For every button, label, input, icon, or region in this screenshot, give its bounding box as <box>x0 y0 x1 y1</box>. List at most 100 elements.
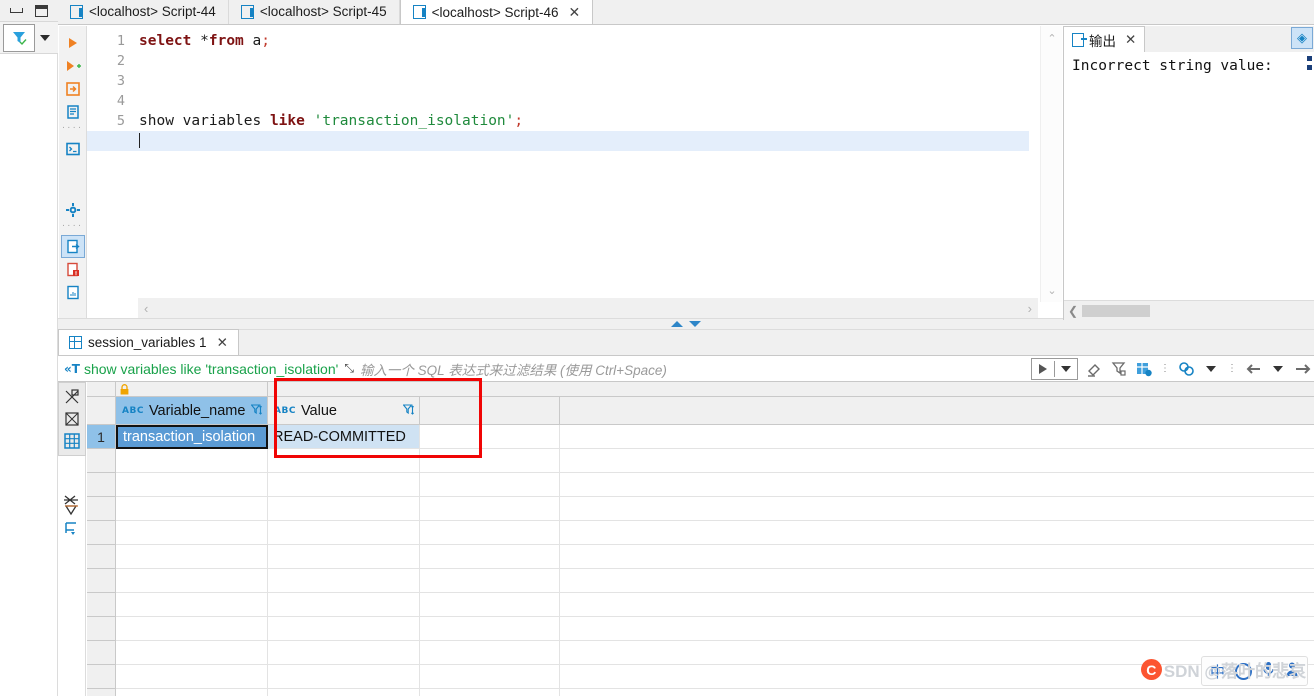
row-number-empty <box>87 641 116 665</box>
results-tab-label: session_variables 1 <box>88 335 207 350</box>
close-icon[interactable]: ✕ <box>568 4 580 21</box>
editor-horizontal-scrollbar[interactable]: ‹ › <box>138 298 1038 318</box>
execute-in-new-tab-icon[interactable] <box>61 77 85 100</box>
code-line[interactable]: show variables like 'transaction_isolati… <box>139 111 1029 131</box>
table-row-empty[interactable] <box>87 689 1314 696</box>
refresh-icon[interactable] <box>1177 359 1195 379</box>
code-token: ; <box>514 113 524 129</box>
scrollbar-thumb[interactable] <box>1082 304 1151 317</box>
previous-page-icon[interactable] <box>1244 359 1262 379</box>
table-row-empty[interactable] <box>87 473 1314 497</box>
table-row-empty[interactable] <box>87 569 1314 593</box>
row-number-header <box>87 382 116 397</box>
execute-statement-icon[interactable] <box>61 31 85 54</box>
table-cell[interactable]: READ-COMMITTED <box>268 425 420 449</box>
explain-plan-icon[interactable] <box>61 100 85 123</box>
filter-icon <box>13 31 27 45</box>
code-line[interactable] <box>87 131 1029 151</box>
close-icon[interactable]: ✕ <box>1125 32 1136 48</box>
table-row-empty[interactable] <box>87 593 1314 617</box>
text-presentation-icon[interactable] <box>61 408 83 430</box>
column-header[interactable]: ABC Variable_name <box>116 397 268 425</box>
apply-filter-button[interactable] <box>1032 364 1054 374</box>
output-horizontal-scrollbar[interactable]: ❮ <box>1064 300 1314 320</box>
value-panel-icon[interactable] <box>61 494 83 516</box>
triangle-down-icon[interactable] <box>689 321 701 327</box>
table-row-empty[interactable] <box>87 449 1314 473</box>
apply-filter-group[interactable] <box>1031 358 1078 380</box>
expand-arrows-icon[interactable]: ⤡ <box>344 361 354 376</box>
code-line[interactable] <box>139 71 1029 91</box>
tab-script-46[interactable]: <localhost> Script-46 ✕ <box>399 0 594 24</box>
code-area[interactable]: select *from a; show variables like 'tran… <box>87 26 1029 302</box>
record-presentation-icon[interactable] <box>61 430 83 452</box>
row-number-empty <box>87 473 116 497</box>
log-document-icon[interactable] <box>61 281 85 304</box>
row-number-empty <box>87 497 116 521</box>
settings-gear-icon[interactable] <box>61 198 85 221</box>
maximize-panel-icon[interactable]: ◈ <box>1291 27 1313 49</box>
error-document-icon[interactable] <box>61 258 85 281</box>
tab-session-variables[interactable]: session_variables 1 ✕ <box>58 329 239 355</box>
clear-filter-icon[interactable] <box>1085 359 1103 379</box>
hscroll-left-icon[interactable]: ‹ <box>144 301 148 316</box>
fetch-dropdown-icon[interactable] <box>1269 359 1287 379</box>
hscroll-right-icon[interactable]: › <box>1028 301 1032 316</box>
triangle-up-icon[interactable] <box>671 321 683 327</box>
grid-presentation-icon[interactable] <box>61 386 83 408</box>
editor-vertical-scrollbar[interactable]: ⌃ ⌄ <box>1040 26 1062 302</box>
table-row-empty[interactable] <box>87 521 1314 545</box>
hscroll-left-icon[interactable]: ❮ <box>1068 304 1078 318</box>
code-line[interactable]: select *from a; <box>139 31 1029 51</box>
code-line[interactable] <box>139 51 1029 71</box>
rail-separator-2: ···· <box>61 220 84 231</box>
grid-presentation-rail <box>58 382 86 696</box>
next-page-icon[interactable] <box>1294 359 1312 379</box>
table-row-empty[interactable] <box>87 641 1314 665</box>
table-cell[interactable]: transaction_isolation <box>116 425 268 449</box>
scroll-down-icon[interactable]: ⌄ <box>1041 280 1063 300</box>
filter-input-placeholder[interactable]: 输入一个 SQL 表达式来过滤结果 (使用 Ctrl+Space) <box>360 359 667 379</box>
table-row[interactable]: 1 transaction_isolation READ-COMMITTED <box>87 425 1314 449</box>
table-cell-empty <box>268 617 420 641</box>
calc-panel-icon[interactable] <box>61 518 83 540</box>
scroll-up-icon[interactable]: ⌃ <box>1041 28 1063 48</box>
restore-icon[interactable] <box>35 4 48 17</box>
column-sort-filter-icon[interactable] <box>251 404 262 417</box>
code-line[interactable] <box>139 91 1029 111</box>
refresh-dropdown-icon[interactable] <box>1202 359 1220 379</box>
tab-script-44[interactable]: <localhost> Script-44 <box>58 0 229 24</box>
chevron-down-icon[interactable] <box>40 34 50 41</box>
tab-label: <localhost> Script-46 <box>431 4 559 20</box>
code-token: a <box>243 33 262 49</box>
row-filler <box>560 449 1314 473</box>
filter-history-dropdown[interactable] <box>1055 366 1077 372</box>
results-panel: session_variables 1 ✕ «T show variables … <box>58 329 1314 696</box>
output-tab-bar: 输出 ✕ ◈ <box>1064 26 1314 52</box>
toolbar-separator-2: ⋮ <box>1227 363 1237 374</box>
table-row-empty[interactable] <box>87 545 1314 569</box>
results-grid[interactable]: ABC Variable_name ABC Value 1 transaction_iso… <box>87 382 1314 696</box>
filter-sql-text[interactable]: show variables like 'transaction_isolati… <box>84 361 338 377</box>
table-cell-empty <box>116 449 268 473</box>
sql-console-icon[interactable] <box>61 137 85 160</box>
table-row-empty[interactable] <box>87 617 1314 641</box>
row-number-empty <box>87 521 116 545</box>
tab-output[interactable]: 输出 ✕ <box>1064 26 1146 52</box>
filter-button[interactable] <box>3 23 35 52</box>
close-icon[interactable]: ✕ <box>217 335 228 351</box>
editor-tab-bar: <localhost> Script-44 <localhost> Script… <box>58 0 1314 25</box>
filter-settings-icon[interactable] <box>1110 359 1128 379</box>
table-row-empty[interactable] <box>87 497 1314 521</box>
export-data-icon[interactable] <box>60 235 85 258</box>
column-header[interactable]: ABC Value <box>268 397 420 425</box>
tab-script-45[interactable]: <localhost> Script-45 <box>229 0 400 24</box>
minimize-icon[interactable] <box>10 8 23 13</box>
column-sort-filter-icon[interactable] <box>403 404 414 417</box>
sql-editor[interactable]: 1 2 3 4 5 6 select *from a;show variable… <box>87 26 1029 302</box>
row-number[interactable]: 1 <box>87 425 116 449</box>
execute-script-icon[interactable] <box>61 54 85 77</box>
table-row-empty[interactable] <box>87 665 1314 689</box>
table-cell-empty[interactable] <box>420 425 560 449</box>
save-grid-icon[interactable] <box>1135 359 1153 379</box>
